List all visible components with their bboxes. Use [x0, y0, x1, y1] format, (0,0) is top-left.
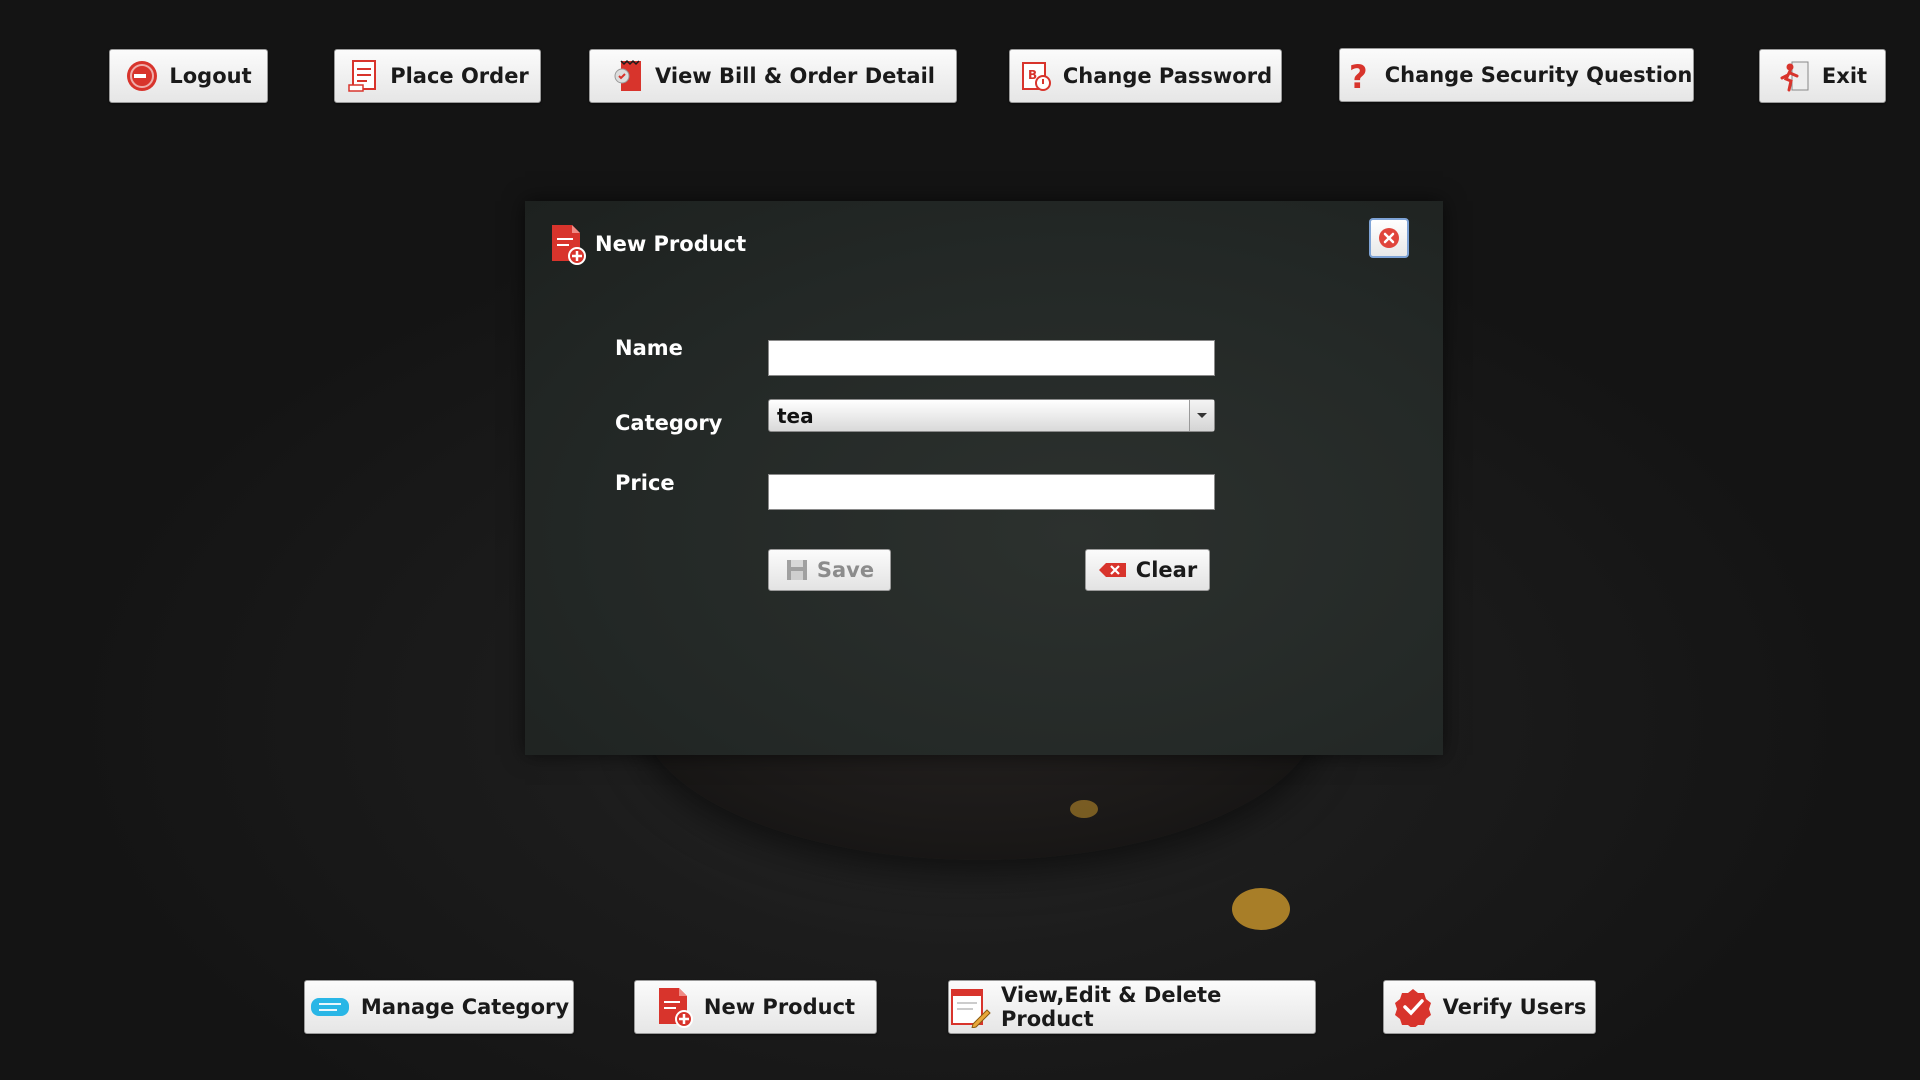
verify-users-label: Verify Users [1442, 995, 1587, 1019]
add-document-icon [549, 223, 587, 265]
floppy-icon [785, 558, 809, 582]
power-icon [125, 59, 159, 93]
logout-label: Logout [169, 64, 252, 88]
view-bill-button[interactable]: View Bill & Order Detail [589, 49, 957, 103]
category-icon [309, 990, 351, 1024]
verify-users-button[interactable]: Verify Users [1383, 980, 1596, 1034]
price-input[interactable] [768, 474, 1215, 510]
bill-check-icon [611, 59, 645, 93]
exit-label: Exit [1821, 64, 1868, 88]
place-order-button[interactable]: Place Order [334, 49, 541, 103]
place-order-label: Place Order [390, 64, 529, 88]
category-label: Category [615, 411, 723, 435]
save-button[interactable]: Save [768, 549, 891, 591]
add-document-icon [656, 986, 694, 1028]
category-selected-value: tea [777, 403, 814, 428]
receipt-icon [346, 59, 380, 93]
change-password-button[interactable]: B Change Password [1009, 49, 1282, 103]
dialog-title-text: New Product [595, 232, 747, 256]
logout-button[interactable]: Logout [109, 49, 268, 103]
name-input[interactable] [768, 340, 1215, 376]
change-security-question-label: Change Security Question [1384, 63, 1693, 87]
view-edit-delete-product-button[interactable]: View,Edit & Delete Product [948, 980, 1316, 1034]
name-label: Name [615, 336, 683, 360]
background-drop [1070, 800, 1098, 818]
new-product-dialog: New Product Name Category tea Price Save… [525, 201, 1443, 755]
edit-document-icon [949, 986, 991, 1028]
dialog-title: New Product [549, 223, 746, 265]
svg-text:?: ? [1349, 58, 1368, 92]
clear-label: Clear [1135, 558, 1198, 582]
new-product-label: New Product [703, 995, 856, 1019]
close-button[interactable] [1369, 218, 1409, 258]
exit-icon [1778, 59, 1812, 93]
background-drop [1232, 888, 1290, 930]
close-icon [1378, 227, 1400, 249]
new-product-button[interactable]: New Product [634, 980, 877, 1034]
verify-check-icon [1393, 987, 1433, 1027]
change-password-label: Change Password [1062, 64, 1273, 88]
change-security-question-button[interactable]: ? Change Security Question [1339, 48, 1694, 102]
category-select[interactable]: tea [768, 399, 1215, 432]
manage-category-button[interactable]: Manage Category [304, 980, 574, 1034]
chevron-down-icon[interactable] [1189, 400, 1214, 431]
clear-button[interactable]: Clear [1085, 549, 1210, 591]
view-edit-delete-product-label: View,Edit & Delete Product [1001, 983, 1222, 1031]
manage-category-label: Manage Category [360, 995, 570, 1019]
save-label: Save [816, 558, 875, 582]
eraser-icon [1098, 560, 1128, 580]
question-icon: ? [1341, 58, 1375, 92]
exit-button[interactable]: Exit [1759, 49, 1886, 103]
password-icon: B [1019, 59, 1053, 93]
price-label: Price [615, 471, 675, 495]
view-bill-label: View Bill & Order Detail [654, 64, 935, 88]
